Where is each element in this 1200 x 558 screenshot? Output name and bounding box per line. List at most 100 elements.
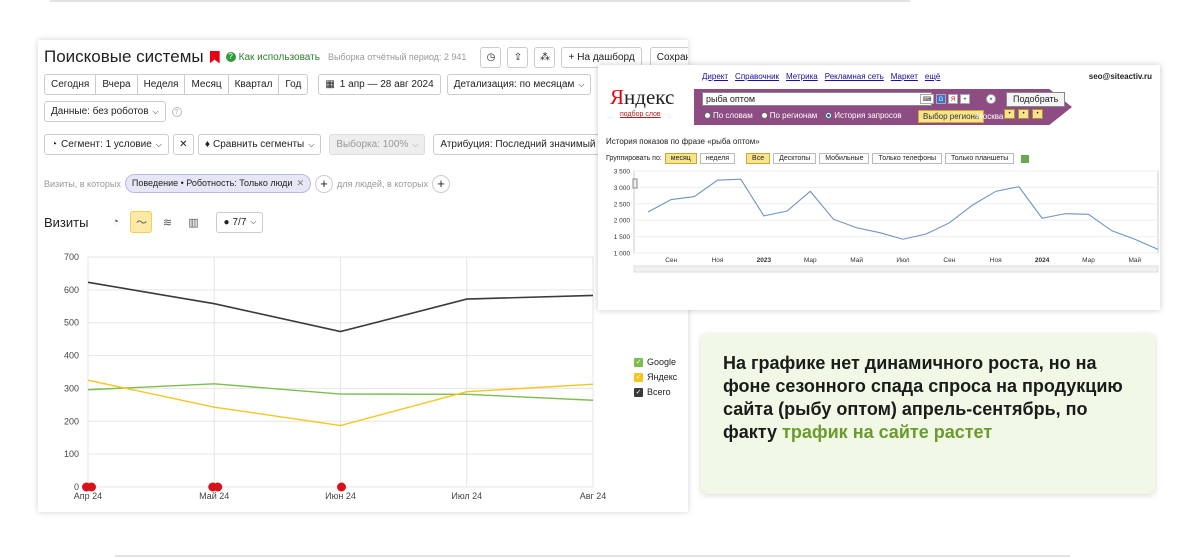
legend-google[interactable]: ✓ Google [634,357,677,367]
pie-icon: ◔ [51,139,58,150]
compare-label: Сравнить сегменты [212,139,305,150]
keyboard-icon[interactable]: ⌨ [920,94,934,104]
visits-filter-label: Визиты, в которых [44,178,121,189]
series-counter-dropdown[interactable]: ● 7/7 ⌵ [216,211,264,233]
clear-segment-button[interactable]: ✕ [172,134,194,155]
chevron-down-icon: ⌵ [152,106,159,116]
save-as-label: Сохранить как [656,51,688,63]
bookmark-icon[interactable] [209,50,220,64]
device-tab-desktop[interactable]: Десктопы [773,153,817,164]
legend-yandex[interactable]: ✓ Яндекс [634,372,677,382]
radio-icon [704,112,711,119]
group-tab-week[interactable]: неделя [699,153,736,164]
radio-by-regions[interactable]: По регионам [760,111,817,120]
callout-highlight: трафик на сайте растет [782,422,993,442]
submit-button[interactable]: Подобрать [1006,92,1066,107]
period-today[interactable]: Сегодня [44,74,97,95]
period-yesterday[interactable]: Вчера [95,74,138,95]
range-scroller [633,265,1159,273]
google-icon[interactable]: G [936,94,946,104]
group-tab-month[interactable]: месяц [664,153,697,164]
period-month[interactable]: Месяц [184,74,229,95]
link-market[interactable]: Маркет [891,72,918,81]
help-icon[interactable]: ? [171,106,182,117]
radio-by-words[interactable]: По словам [704,111,753,120]
yandex-icon[interactable]: Я [948,94,958,104]
x-tick-label: Апр 24 [74,491,102,501]
period-quarter[interactable]: Квартал [227,74,280,95]
export-button[interactable]: ⇪ [507,46,529,68]
history-title: История показов по фразе «рыба оптом» [606,137,760,146]
x-tick-label: Май [1128,256,1141,264]
link-direct[interactable]: Директ [702,72,728,81]
link-metrica[interactable]: Метрика [786,72,818,81]
tool-icon[interactable]: • [1004,109,1015,119]
add-people-filter-button[interactable]: + [432,174,451,193]
wordstat-sublogo[interactable]: подбор слов [620,111,661,118]
device-tab-phones[interactable]: Только телефоны [872,153,942,164]
add-visit-filter-button[interactable]: + [314,174,333,193]
segment-dropdown[interactable]: ◔ Сегмент: 1 условие ⌵ [44,134,169,155]
chevron-down-icon: ⌵ [578,79,585,89]
y-tick-label: 300 [64,383,79,393]
filter-chip[interactable]: Поведение • Роботность: Только люди ✕ [124,174,311,193]
plus-icon: + [568,51,575,63]
history-button[interactable]: ◷ [480,46,502,68]
filter-row: Визиты, в которых Поведение • Роботность… [44,174,451,193]
insight-callout: На графике нет динамичного роста, но на … [701,334,1155,494]
radio-history[interactable]: История запросов [825,111,902,120]
link-directory[interactable]: Справочник [735,72,779,81]
y-tick-label: 700 [64,252,79,262]
comment-icon: ● [223,216,230,228]
device-tab-mobile[interactable]: Мобильные [819,153,870,164]
tool-icon[interactable]: • [1018,109,1029,119]
tool-icon[interactable]: • [1032,109,1043,119]
x-tick-label: Сен [665,257,677,264]
upload-icon: ⇪ [513,51,523,63]
y-tick-label: 1 500 [614,234,631,241]
x-tick-label: Ноя [990,257,1002,264]
clock-icon: ◷ [486,51,496,63]
legend-google-label: Google [647,357,677,367]
share-button[interactable]: ⁂ [534,46,556,68]
yandex-logo[interactable]: Яндекс [610,85,674,110]
query-input[interactable]: рыба оптом [702,92,932,106]
y-tick-label: 2 000 [614,218,631,225]
checkbox-icon: ✓ [634,387,643,397]
annotation-marker [337,482,346,492]
period-week[interactable]: Неделя [136,74,186,95]
chart-title: Визиты [44,214,89,230]
compare-segments-dropdown[interactable]: ♦ Сравнить сегменты ⌵ [197,134,322,155]
excel-export-icon[interactable] [1021,154,1030,163]
y-tick-label: 100 [64,449,79,459]
line-chart-icon[interactable]: 〜 [130,211,153,233]
area-chart-icon[interactable]: ≋ [156,211,178,233]
data-filter-dropdown[interactable]: Данные: без роботов ⌵ [44,101,166,122]
legend-total[interactable]: ✓ Всего [634,387,677,397]
range-handle [632,178,638,189]
sample-dropdown[interactable]: Выборка: 100% ⌵ [329,134,426,155]
sample-label: Выборка: 100% [336,139,409,150]
region-button[interactable]: Выбор региона [918,110,985,123]
annotation-marker [213,482,223,492]
x-tick-label: Сен [943,257,955,264]
selected-region: Москва [976,112,1004,121]
date-range-picker[interactable]: ▦ 1 апр — 28 авг 2024 [318,74,441,95]
bottom-divider [115,555,1070,557]
close-icon[interactable]: ✕ [296,178,304,188]
metrica-report-panel: Поисковые системы ? Как использовать Выб… [38,40,688,512]
user-email[interactable]: seo@siteactiv.ru [1089,72,1152,81]
device-tab-tablets[interactable]: Только планшеты [944,153,1015,164]
plus-icon[interactable]: + [960,94,970,104]
clear-icon[interactable]: × [986,94,996,104]
pie-chart-icon[interactable]: ◔ [104,211,126,233]
detail-dropdown[interactable]: Детализация: по месяцам ⌵ [446,74,592,95]
how-to-use-link[interactable]: ? Как использовать [225,52,320,63]
device-tab-all[interactable]: Все [746,153,771,164]
link-more[interactable]: ещё [925,72,940,81]
link-ad-network[interactable]: Рекламная сеть [825,72,884,81]
period-year[interactable]: Год [278,74,309,95]
chart-legend: ✓ Google ✓ Яндекс ✓ Всего [634,357,677,397]
bar-chart-icon[interactable]: ▥ [182,211,204,233]
people-filter-label: для людей, в которых [336,178,429,189]
